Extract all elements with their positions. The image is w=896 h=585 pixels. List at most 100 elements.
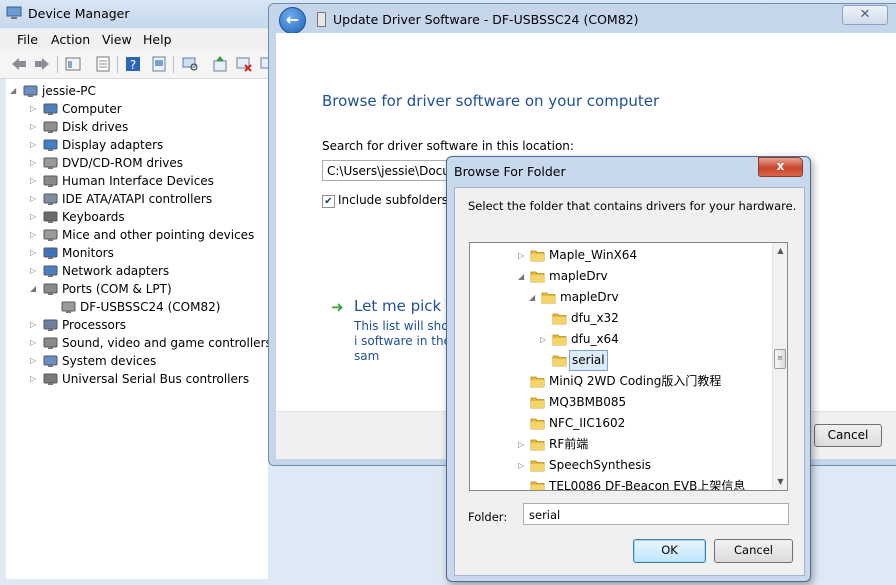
- folder-label: Folder:: [468, 510, 508, 524]
- dialog-description: Select the folder that contains drivers …: [468, 199, 797, 213]
- expand-arrow-icon[interactable]: ▷: [30, 334, 38, 352]
- scroll-down-arrow-icon[interactable]: ▼: [773, 474, 787, 490]
- folder-label-text: mapleDrv: [560, 290, 619, 304]
- scroll-up-arrow-icon[interactable]: ▲: [773, 243, 787, 259]
- folder-icon: [530, 460, 545, 472]
- properties-icon[interactable]: [64, 55, 82, 73]
- folder-label-text: serial: [569, 350, 608, 371]
- tree-item-label: Human Interface Devices: [62, 174, 214, 188]
- device-manager-icon: [6, 6, 22, 19]
- computer-icon: [43, 103, 58, 115]
- scroll-thumb[interactable]: ≡: [774, 349, 786, 369]
- folder-tree[interactable]: ▷ Maple_WinX64 ◢ mapleDrv ◢ mapleDrv dfu_x32 ▷ d…: [469, 242, 788, 491]
- console-tree-icon[interactable]: [94, 55, 112, 73]
- expand-arrow-icon[interactable]: ▷: [30, 370, 38, 388]
- expand-arrow-icon[interactable]: ▷: [30, 154, 38, 172]
- tree-item-label: DVD/CD-ROM drives: [62, 156, 184, 170]
- folder-icon: [530, 439, 545, 451]
- expand-arrow-icon[interactable]: ▷: [30, 244, 38, 262]
- hid-icon: [43, 175, 58, 187]
- folder-input[interactable]: serial: [523, 503, 789, 525]
- forward-arrow-icon[interactable]: [33, 55, 51, 73]
- processor-icon: [43, 319, 58, 331]
- device-icon: [317, 12, 326, 27]
- expand-arrow-icon[interactable]: ▷: [30, 190, 38, 208]
- display-adapter-icon: [43, 139, 58, 151]
- dialog-title: Update Driver Software - DF-USBSSC24 (CO…: [333, 12, 639, 27]
- expand-arrow-icon[interactable]: ▷: [518, 455, 526, 476]
- close-button[interactable]: ✕: [842, 5, 888, 25]
- expand-arrow-icon[interactable]: ▷: [30, 316, 38, 334]
- tree-item-label: Keyboards: [62, 210, 125, 224]
- toolbar-separator: [57, 56, 58, 73]
- cancel-button[interactable]: Cancel: [814, 424, 882, 447]
- folder-label-text: MiniQ 2WD Coding版入门教程: [549, 374, 722, 388]
- tree-item-label: Monitors: [62, 246, 114, 260]
- menu-file[interactable]: File: [17, 32, 38, 47]
- back-button[interactable]: ←: [279, 7, 306, 34]
- expand-arrow-icon[interactable]: ▷: [30, 118, 38, 136]
- expand-arrow-icon[interactable]: ▷: [30, 226, 38, 244]
- expand-arrow-icon[interactable]: ▷: [30, 136, 38, 154]
- folder-icon: [541, 292, 556, 304]
- driver-icon[interactable]: [150, 55, 168, 73]
- folder-label-text: SpeechSynthesis: [549, 458, 652, 472]
- folder-label-text: Maple_WinX64: [549, 248, 638, 262]
- menu-help[interactable]: Help: [143, 32, 172, 47]
- include-subfolders-checkbox[interactable]: ✔: [322, 195, 335, 208]
- expand-arrow-icon[interactable]: ▷: [30, 262, 38, 280]
- folder-icon: [552, 355, 567, 367]
- menu-action[interactable]: Action: [51, 32, 90, 47]
- tree-item-label: DF-USBSSC24 (COM82): [80, 300, 221, 314]
- expand-arrow-icon[interactable]: ▷: [518, 434, 526, 455]
- collapse-arrow-icon[interactable]: ◢: [30, 280, 38, 298]
- mouse-icon: [43, 229, 58, 241]
- cancel-button[interactable]: Cancel: [714, 539, 793, 563]
- back-arrow-icon[interactable]: [10, 55, 28, 73]
- computer-root-icon: [23, 85, 38, 97]
- dvd-drive-icon: [43, 157, 58, 169]
- tree-item-label: System devices: [62, 354, 157, 368]
- network-adapter-icon: [43, 265, 58, 277]
- expand-arrow-icon[interactable]: ▷: [30, 172, 38, 190]
- close-button[interactable]: x: [758, 157, 803, 177]
- include-subfolders-label[interactable]: Include subfolders: [338, 193, 448, 207]
- expand-arrow-icon[interactable]: ▷: [518, 245, 526, 266]
- tree-item-label: Processors: [62, 318, 127, 332]
- search-location-label: Search for driver software in this locat…: [322, 139, 574, 153]
- dialog-body: Select the folder that contains drivers …: [454, 187, 805, 576]
- uninstall-device-icon[interactable]: [235, 55, 253, 73]
- browse-for-folder-dialog: Browse For Folder x Select the folder th…: [446, 156, 811, 582]
- expand-arrow-icon[interactable]: ▷: [30, 208, 38, 226]
- device-manager-title: Device Manager: [28, 6, 130, 21]
- tree-item-label: jessie-PC: [42, 84, 96, 98]
- serial-port-icon: [61, 301, 76, 313]
- tree-item-label: Ports (COM & LPT): [62, 282, 172, 296]
- collapse-arrow-icon[interactable]: ◢: [518, 266, 526, 287]
- help-icon[interactable]: ?: [124, 55, 142, 73]
- green-arrow-icon: ➜: [331, 298, 344, 316]
- ok-button[interactable]: OK: [633, 539, 706, 563]
- tree-item-label: Display adapters: [62, 138, 164, 152]
- expand-arrow-icon[interactable]: ▷: [30, 352, 38, 370]
- tree-item-label: Universal Serial Bus controllers: [62, 372, 250, 386]
- expand-arrow-icon[interactable]: ▷: [30, 100, 38, 118]
- folder-icon: [530, 271, 545, 283]
- folder-icon: [530, 418, 545, 430]
- collapse-arrow-icon[interactable]: ◢: [529, 287, 537, 308]
- keyboard-icon: [43, 211, 58, 223]
- vertical-scrollbar[interactable]: ▲ ≡ ▼: [772, 243, 787, 490]
- menu-view[interactable]: View: [102, 32, 132, 47]
- folder-icon: [530, 250, 545, 262]
- folder-label-text: NFC_IIC1602: [549, 416, 626, 430]
- collapse-arrow-icon[interactable]: ◢: [10, 82, 18, 100]
- tree-item-label: Disk drives: [62, 120, 129, 134]
- scan-hardware-icon[interactable]: [181, 55, 199, 73]
- folder-label-text: TEL0086 DF-Beacon EVB上架信息: [549, 479, 746, 491]
- port-icon: [43, 283, 58, 295]
- usb-icon: [43, 373, 58, 385]
- device-tree: ◢ jessie-PC ▷ Computer ▷ Disk drives ▷ Display …: [6, 79, 272, 579]
- update-driver-icon[interactable]: [211, 55, 229, 73]
- driver-path-input[interactable]: C:\Users\jessie\Docume: [322, 160, 462, 181]
- expand-arrow-icon[interactable]: ▷: [540, 329, 548, 350]
